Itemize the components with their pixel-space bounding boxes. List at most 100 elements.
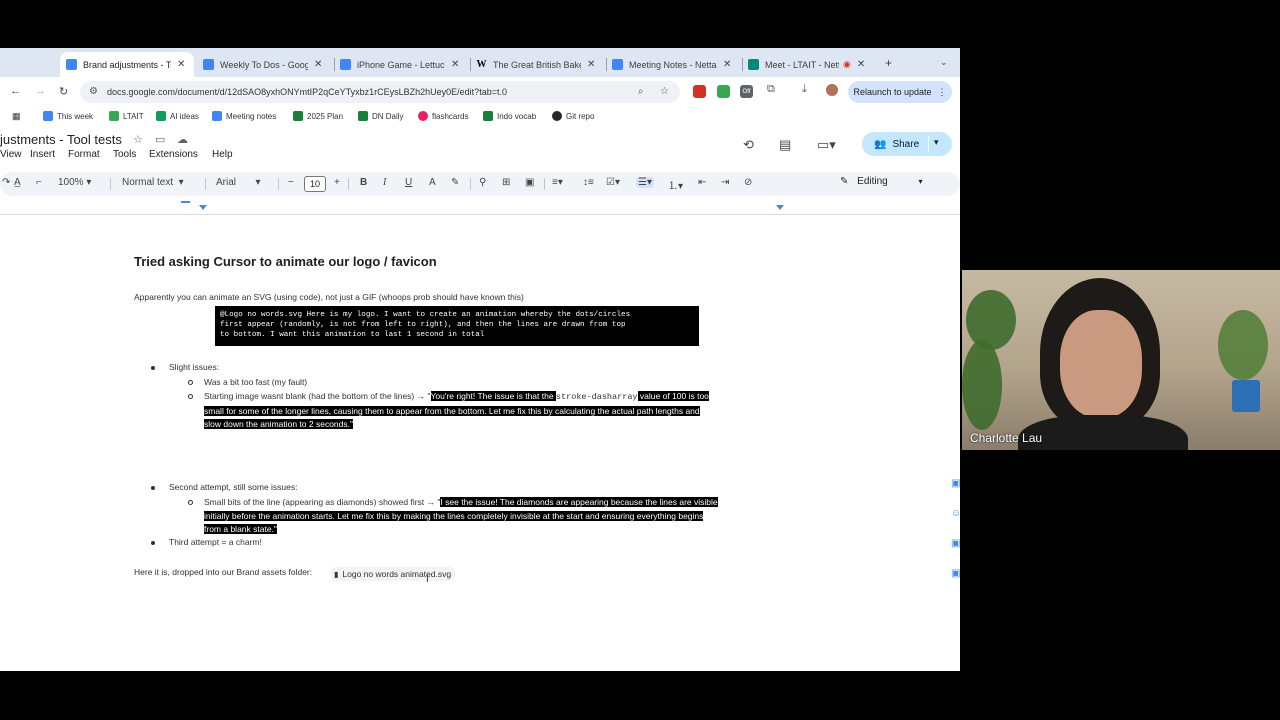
add-comment-side-icon[interactable]: ▣ [951,478,960,489]
meet-video-icon[interactable]: ▭▾ [817,137,836,153]
add-comment-icon[interactable]: ⊞ [502,177,510,188]
tab-search-icon[interactable]: ⌄ [940,57,948,68]
paint-format-icon[interactable]: ⌐ [36,177,42,188]
bookmark-2025-plan[interactable]: 2025 Plan [293,111,343,121]
apps-grid-icon[interactable]: ▦ [12,111,21,122]
align-icon[interactable]: ≡▾ [552,177,563,188]
back-icon[interactable]: ← [10,85,21,97]
highlight-icon[interactable]: ✎ [451,177,459,188]
video-call-tile: Charlotte Lau [962,270,1280,450]
extension-icon[interactable] [693,85,706,98]
more-icon: ⋮ [937,86,947,97]
document-canvas[interactable]: Tried asking Cursor to animate our logo … [0,216,960,671]
bookmark-star-icon[interactable]: ☆ [660,86,669,97]
menu-insert[interactable]: Insert [30,149,55,160]
download-icon[interactable]: ⤓ [802,83,807,96]
insert-image-icon[interactable]: ▣ [525,177,534,188]
tab-great-british-bake-off[interactable]: W The Great British Bake Off ✕ [470,52,604,77]
left-indent-marker[interactable] [199,205,207,210]
extension-icon[interactable] [717,85,730,98]
spellcheck-icon[interactable]: A̲ [14,177,21,188]
menu-extensions[interactable]: Extensions [149,149,198,160]
font-select[interactable]: Arial ▾ [216,177,260,188]
italic-icon[interactable]: I [383,177,386,188]
bookmark-flashcards[interactable]: flashcards [418,111,468,121]
docs-icon [203,59,214,70]
version-history-icon[interactable]: ⟲ [743,137,754,153]
text-color-icon[interactable]: A [429,177,436,188]
style-select[interactable]: Normal text ▾ [122,177,184,188]
tab-brand-adjustments[interactable]: Brand adjustments - Tool tests ✕ [60,52,194,77]
increase-font-size-icon[interactable]: + [334,177,340,188]
underline-icon[interactable]: U [405,177,412,188]
chevron-down-icon[interactable]: ▾ [934,137,939,148]
relaunch-button[interactable]: Relaunch to update ⋮ [848,81,952,103]
side-panel-icon[interactable]: ▣ [951,568,960,579]
clear-formatting-icon[interactable]: ⊘ [744,177,752,188]
checklist-icon[interactable]: ☑▾ [606,177,620,188]
people-icon: 👥 [874,138,887,150]
redo-icon[interactable]: ↷ [2,177,10,188]
profile-avatar[interactable] [826,84,838,96]
reload-icon[interactable]: ↻ [59,85,68,98]
star-icon[interactable]: ☆ [133,133,143,146]
link-icon[interactable]: ⚲ [479,177,486,188]
extensions-puzzle-icon[interactable]: ⧉ [767,83,775,96]
decrease-indent-icon[interactable]: ⇤ [698,177,706,188]
bulleted-list-icon[interactable]: ☰▾ [636,177,654,188]
close-icon[interactable]: ✕ [451,59,459,70]
file-smart-chip[interactable]: ▮ Logo no words animated.svg [330,567,456,581]
comments-icon[interactable]: ▤ [779,137,791,153]
text-cursor-icon: I [426,574,429,585]
menu-view[interactable]: View [0,149,22,160]
close-icon[interactable]: ✕ [723,59,731,70]
bookmark-ai-ideas[interactable]: AI ideas [156,111,199,121]
bookmark-meeting-notes[interactable]: Meeting notes [212,111,276,121]
tab-meet-ltait[interactable]: Meet - LTAIT - Netta ◉ ✕ [742,52,876,77]
numbered-list-icon[interactable]: ⒈▾ [668,177,683,192]
close-icon[interactable]: ✕ [314,59,322,70]
bookmark-git-repo[interactable]: Git repo [552,111,594,121]
tab-meeting-notes[interactable]: Meeting Notes - Netta ✕ [606,52,740,77]
intro-paragraph: Apparently you can animate an SVG (using… [134,292,524,302]
zoom-icon[interactable]: ⌕ [638,86,644,97]
menu-tools[interactable]: Tools [113,149,136,160]
tab-title: Brand adjustments - Tool tests [83,59,171,70]
right-indent-marker[interactable] [776,205,784,210]
bookmark-this-week[interactable]: This week [43,111,93,121]
file-icon: ▮ [334,569,339,579]
line-spacing-icon[interactable]: ↕≡ [583,177,594,188]
tab-iphone-game[interactable]: iPhone Game - Lettuce ✕ [334,52,468,77]
wikipedia-icon: W [476,59,487,70]
emoji-side-icon[interactable]: ☺ [951,508,960,519]
suggest-edit-side-icon[interactable]: ▣ [951,538,960,549]
first-line-indent-marker[interactable] [181,201,190,203]
close-icon[interactable]: ✕ [587,59,595,70]
bullet-marker [151,366,155,370]
share-button[interactable]: 👥 Share ▾ [862,132,952,156]
bookmark-ltait[interactable]: LTAIT [109,111,144,121]
font-size-input[interactable]: 10 [304,176,326,192]
menu-format[interactable]: Format [68,149,100,160]
bold-icon[interactable]: B [360,177,367,188]
editing-mode-select[interactable]: ✎ Editing ▾ [840,176,923,187]
extension-off-badge[interactable]: Off [740,85,753,98]
new-tab-icon[interactable]: + [885,56,892,70]
sub-bullet-marker [188,394,193,399]
menu-help[interactable]: Help [212,149,233,160]
bookmark-indo-vocab[interactable]: Indo vocab [483,111,536,121]
decrease-font-size-icon[interactable]: − [288,177,294,188]
forward-icon[interactable]: → [35,85,46,97]
bookmark-dn-daily[interactable]: DN Daily [358,111,404,121]
document-title[interactable]: justments - Tool tests [0,132,122,147]
zoom-select[interactable]: 100% ▾ [58,177,91,188]
close-icon[interactable]: ✕ [177,59,185,70]
increase-indent-icon[interactable]: ⇥ [721,177,729,188]
move-folder-icon[interactable]: ▭ [155,133,165,146]
site-info-icon[interactable]: ⚙ [89,86,98,97]
bullet-marker [151,486,155,490]
close-icon[interactable]: ✕ [857,59,865,70]
bookmarks-bar: ▦ This week LTAIT AI ideas Meeting notes… [0,107,960,129]
tab-weekly-to-dos[interactable]: Weekly To Dos - Google Docs ✕ [197,52,331,77]
address-bar[interactable]: ⚙ docs.google.com/document/d/12dSAO8yxhO… [80,81,680,103]
